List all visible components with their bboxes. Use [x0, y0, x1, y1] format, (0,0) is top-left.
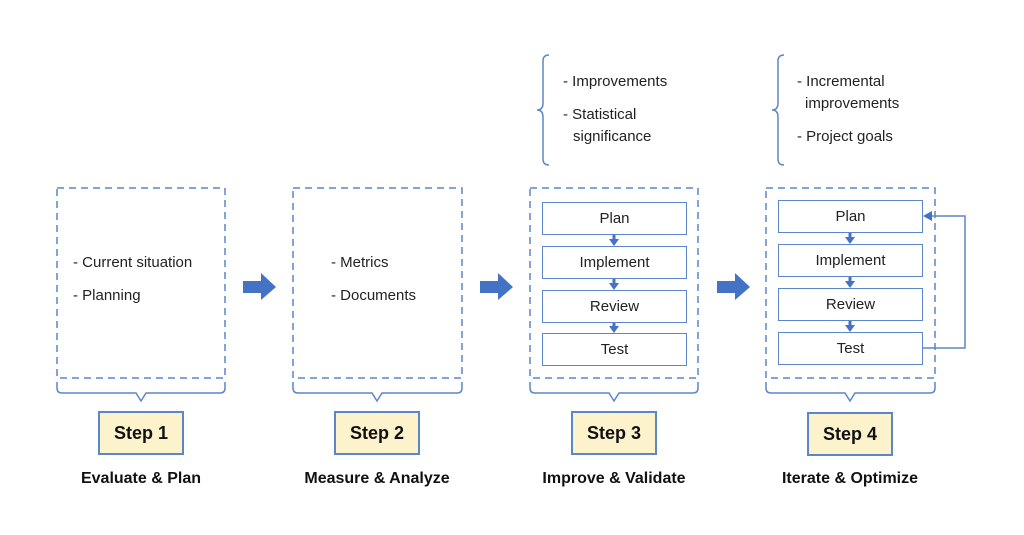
step3-badge: Step 3 [571, 411, 657, 455]
step2-badge: Step 2 [334, 411, 420, 455]
step4-title: Iterate & Optimize [781, 470, 919, 487]
step2-bracket [292, 382, 463, 403]
step3-note: - Improvements [563, 73, 668, 90]
step1-badge: Step 1 [98, 411, 184, 455]
step3-review-box: Review [542, 290, 687, 323]
step1-title: Evaluate & Plan [80, 470, 202, 487]
down-arrow-icon [609, 239, 619, 246]
step4-note: - Project goals [797, 128, 893, 145]
loop-back-arrowhead [923, 211, 932, 221]
step3-note: - Statistical [563, 106, 637, 123]
arrow-step2-to-3 [480, 273, 513, 300]
step4-bracket [765, 382, 936, 403]
arrow-step3-to-4 [717, 273, 750, 300]
step2-dashed-box [292, 187, 463, 379]
step3-note: significance [573, 128, 652, 145]
step4-notes-brace [771, 54, 785, 166]
step4-note: improvements [805, 95, 900, 112]
step3-test-box: Test [542, 333, 687, 366]
down-arrow-icon [609, 326, 619, 333]
step2-title: Measure & Analyze [304, 470, 450, 487]
down-arrow-icon [845, 237, 855, 244]
step1-item: - Planning [73, 287, 141, 304]
arrow-step1-to-2 [243, 273, 276, 300]
step4-plan-box: Plan [778, 200, 923, 233]
step4-badge: Step 4 [807, 412, 893, 456]
step2-item: - Metrics [331, 254, 389, 271]
step2-item: - Documents [331, 287, 417, 304]
step3-notes-brace [536, 54, 550, 166]
down-arrow-icon [845, 325, 855, 332]
step4-implement-box: Implement [778, 244, 923, 277]
step1-item: - Current situation [73, 254, 193, 271]
step3-title: Improve & Validate [542, 470, 686, 487]
step4-note: - Incremental [797, 73, 885, 90]
step3-plan-box: Plan [542, 202, 687, 235]
step4-review-box: Review [778, 288, 923, 321]
down-arrow-icon [609, 283, 619, 290]
step3-implement-box: Implement [542, 246, 687, 279]
step4-test-box: Test [778, 332, 923, 365]
step3-bracket [529, 382, 699, 403]
step1-bracket [56, 382, 226, 403]
step1-dashed-box [56, 187, 226, 379]
loop-back-line [922, 215, 966, 349]
down-arrow-icon [845, 281, 855, 288]
